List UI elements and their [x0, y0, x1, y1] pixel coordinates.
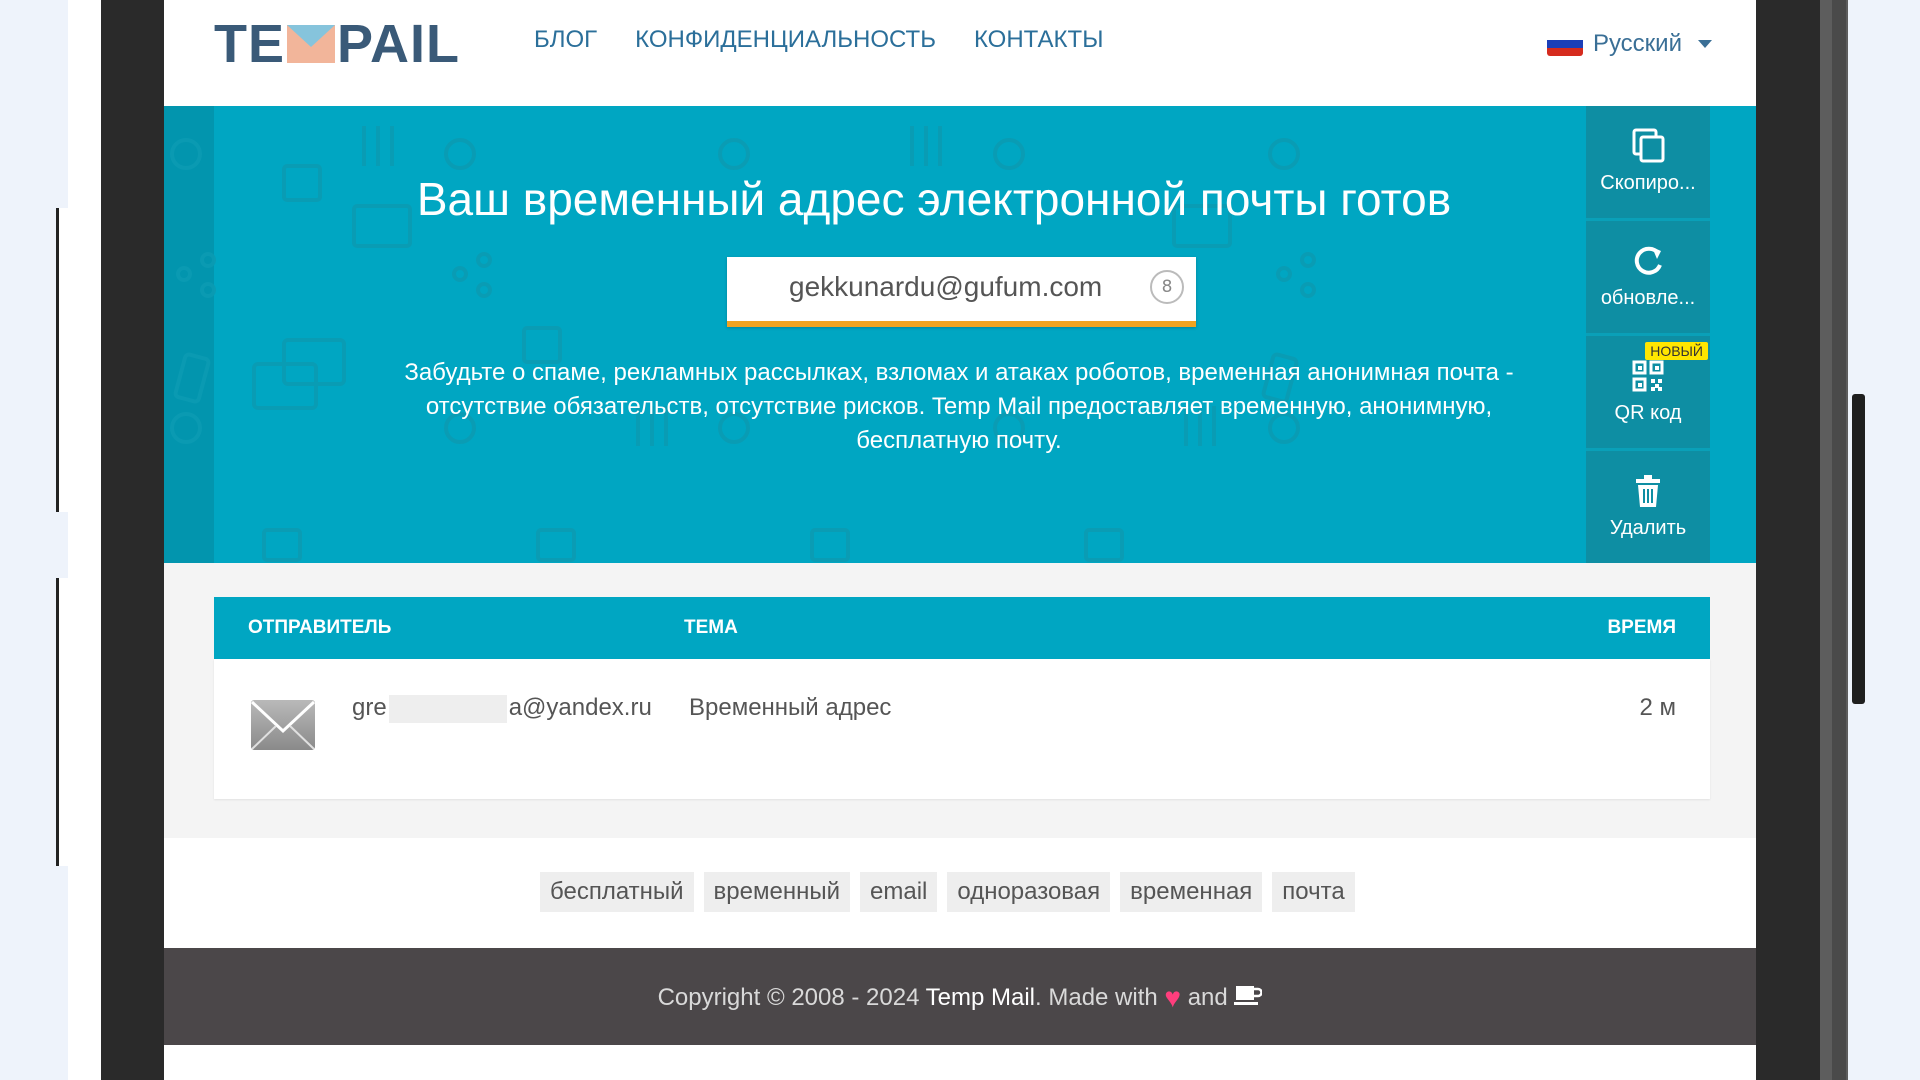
- site-header: TE PAIL БЛОГ КОНФИДЕНЦИАЛЬНОСТЬ КОНТАКТЫ…: [164, 0, 1756, 106]
- device-screen: TE PAIL БЛОГ КОНФИДЕНЦИАЛЬНОСТЬ КОНТАКТЫ…: [164, 0, 1756, 1080]
- hero-description: Забудьте о спаме, рекламных рассылках, в…: [404, 359, 1514, 454]
- sender-start: gre: [352, 694, 387, 721]
- refresh-label: обновле...: [1600, 287, 1696, 309]
- copy-button[interactable]: Скопиро...: [1586, 106, 1710, 221]
- background-left-panel: [68, 0, 101, 1080]
- sender-end: a@yandex.ru: [508, 694, 652, 721]
- refresh-button[interactable]: обновле...: [1586, 221, 1710, 336]
- trash-icon: [1636, 475, 1660, 507]
- footer-brand-link[interactable]: Temp Mail: [926, 984, 1035, 1011]
- language-label: Русский: [1592, 30, 1682, 57]
- tag[interactable]: email: [860, 872, 938, 912]
- tag[interactable]: бесплатный: [540, 872, 694, 912]
- device-bezel-right: [1756, 0, 1820, 1080]
- refresh-icon: [1634, 246, 1662, 275]
- language-selector[interactable]: Русский: [1546, 30, 1712, 58]
- message-sender[interactable]: gre a@yandex.ru: [352, 694, 652, 723]
- inbox-section: ОТПРАВИТЕЛЬ ТЕМА ВРЕМЯ gre a@yandex.ru В…: [164, 563, 1756, 838]
- sender-redaction: [388, 694, 507, 723]
- copy-icon: [1632, 128, 1665, 163]
- chevron-down-icon: [1698, 40, 1712, 48]
- message-time: 2 м: [1639, 694, 1676, 721]
- temp-email-address[interactable]: gekkunardu@gufum.com: [789, 271, 1102, 303]
- copyright-text: Copyright © 2008 - 2024: [657, 984, 926, 1011]
- refresh-countdown: 8: [1150, 270, 1184, 304]
- nav-link-blog[interactable]: БЛОГ: [534, 26, 597, 54]
- nav-link-contacts[interactable]: КОНТАКТЫ: [974, 26, 1103, 54]
- action-sidebar: Скопиро... обновле... НОВЫЙ QR код Удали…: [1586, 106, 1710, 563]
- logo-text-left: TE: [214, 14, 286, 74]
- temp-email-field[interactable]: gekkunardu@gufum.com 8: [727, 257, 1196, 327]
- inbox-message-row[interactable]: gre a@yandex.ru Временный адрес 2 м: [214, 659, 1710, 799]
- and-text: and: [1181, 984, 1235, 1011]
- delete-button[interactable]: Удалить: [1586, 451, 1710, 563]
- coffee-icon: [1234, 986, 1264, 1005]
- page-bottom: [164, 1045, 1756, 1080]
- footer-copyright: Copyright © 2008 - 2024 Temp Mail. Made …: [164, 982, 1756, 1014]
- logo-text-right: PAIL: [337, 14, 461, 74]
- tag-list: бесплатный временный email одноразовая в…: [540, 872, 1355, 912]
- device-bezel-left: [101, 0, 164, 1080]
- qr-code-button[interactable]: НОВЫЙ QR код: [1586, 336, 1710, 451]
- new-badge: НОВЫЙ: [1645, 342, 1708, 360]
- column-time: ВРЕМЯ: [1607, 617, 1676, 638]
- site-footer: Copyright © 2008 - 2024 Temp Mail. Made …: [164, 948, 1756, 1045]
- made-with-text: . Made with: [1035, 984, 1165, 1011]
- stage: TE PAIL БЛОГ КОНФИДЕНЦИАЛЬНОСТЬ КОНТАКТЫ…: [0, 0, 1920, 1080]
- tag[interactable]: временная: [1120, 872, 1263, 912]
- delete-label: Удалить: [1609, 517, 1687, 539]
- russia-flag-icon: [1546, 32, 1583, 56]
- tempmail-logo[interactable]: TE PAIL: [214, 14, 460, 74]
- background-card: [56, 208, 73, 512]
- background-left: [0, 0, 68, 1080]
- copy-label: Скопиро...: [1600, 172, 1696, 194]
- qr-code-label: QR код: [1614, 402, 1682, 424]
- hero-title: Ваш временный адрес электронной почты го…: [416, 173, 1452, 225]
- column-sender: ОТПРАВИТЕЛЬ: [248, 617, 392, 638]
- tag[interactable]: временный: [703, 872, 851, 912]
- inbox-table-header: ОТПРАВИТЕЛЬ ТЕМА ВРЕМЯ: [214, 597, 1710, 659]
- hero-section: Ваш временный адрес электронной почты го…: [164, 106, 1756, 563]
- nav-link-privacy[interactable]: КОНФИДЕНЦИАЛЬНОСТЬ: [635, 26, 936, 54]
- message-subject[interactable]: Временный адрес: [689, 694, 891, 722]
- tag[interactable]: одноразовая: [947, 872, 1111, 912]
- qr-code-icon: [1632, 360, 1664, 392]
- device-side-button: [1852, 394, 1865, 704]
- main-nav: БЛОГ КОНФИДЕНЦИАЛЬНОСТЬ КОНТАКТЫ: [534, 26, 1103, 54]
- envelope-icon: [250, 700, 316, 750]
- device-edge: [1832, 0, 1846, 1080]
- heart-icon: ♥: [1164, 982, 1182, 1013]
- background-card: [56, 578, 73, 866]
- tag[interactable]: почта: [1272, 872, 1355, 912]
- logo-envelope-icon: [287, 25, 336, 63]
- column-subject: ТЕМА: [684, 617, 738, 638]
